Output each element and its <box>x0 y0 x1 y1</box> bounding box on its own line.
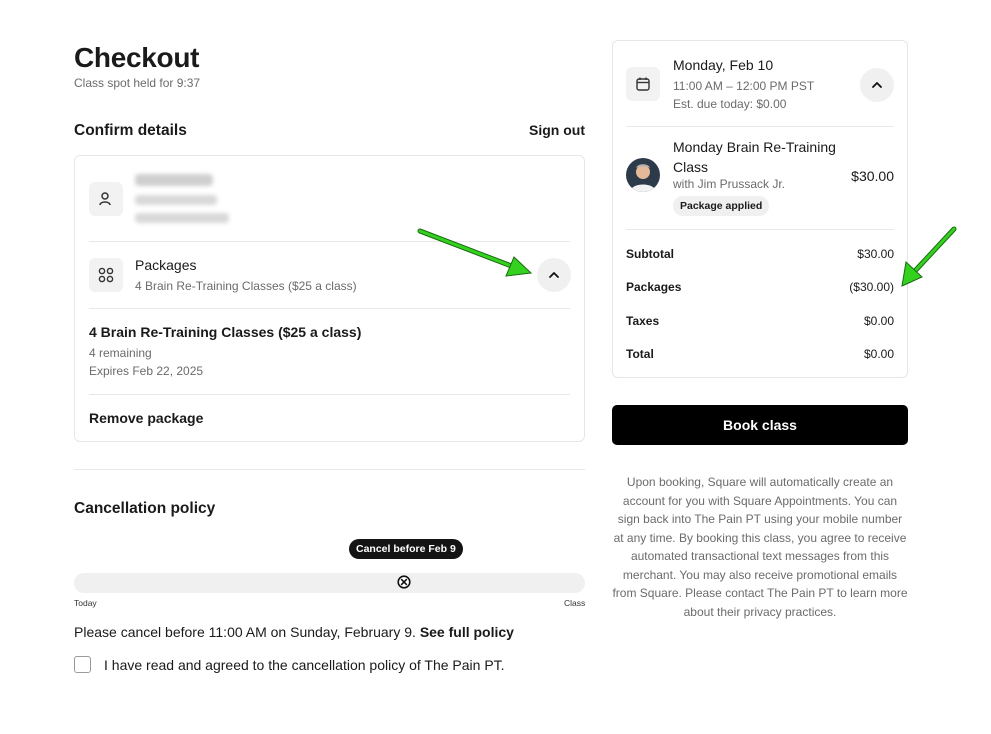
packages-title: Packages <box>135 257 197 273</box>
section-divider <box>74 469 585 470</box>
total-label: Total <box>626 347 654 361</box>
taxes-value: $0.00 <box>863 314 894 328</box>
page-title: Checkout <box>74 42 200 73</box>
instructor-avatar <box>626 158 660 192</box>
timeline-start-label: Today <box>74 598 97 608</box>
divider <box>626 229 894 230</box>
booking-date: Monday, Feb 10 <box>673 57 774 73</box>
divider <box>89 394 570 395</box>
chevron-up-icon <box>872 82 882 88</box>
booking-summary-card: Monday, Feb 10 11:00 AM – 12:00 PM PST E… <box>612 40 908 378</box>
arrow-to-packages-discount <box>901 226 957 287</box>
remove-package-button[interactable]: Remove package <box>89 410 203 426</box>
circle-x-icon <box>397 575 411 589</box>
taxes-label: Taxes <box>626 314 660 328</box>
sign-out-link[interactable]: Sign out <box>529 122 585 138</box>
calendar-icon <box>626 67 660 101</box>
packages-discount-value: ($30.00) <box>849 280 894 294</box>
customer-phone-redacted <box>135 195 217 205</box>
class-title: Monday Brain Re-Training Class <box>673 139 836 175</box>
packages-collapse-button[interactable] <box>537 258 571 292</box>
class-price: $30.00 <box>851 168 894 184</box>
divider <box>89 241 570 242</box>
class-instructor: with Jim Prussack Jr. <box>673 177 786 191</box>
timeline-end-label: Class <box>564 598 586 608</box>
estimated-due: Est. due today: $0.00 <box>673 97 787 111</box>
cancellation-policy-text: Please cancel before 11:00 AM on Sunday,… <box>74 624 514 640</box>
subtotal-label: Subtotal <box>626 247 674 261</box>
confirm-details-title: Confirm details <box>74 122 187 139</box>
cancel-deadline-badge: Cancel before Feb 9 <box>349 539 463 559</box>
booking-disclaimer: Upon booking, Square will automatically … <box>612 475 908 619</box>
packages-discount-label: Packages <box>626 280 682 294</box>
divider <box>89 308 570 309</box>
subtotal-value: $30.00 <box>857 247 894 261</box>
agree-policy-label[interactable]: I have read and agreed to the cancellati… <box>104 657 505 673</box>
book-class-button[interactable]: Book class <box>612 405 908 445</box>
customer-email-redacted <box>135 213 229 223</box>
total-value: $0.00 <box>863 347 894 361</box>
customer-name-redacted <box>135 174 213 186</box>
package-applied-badge: Package applied <box>673 196 770 216</box>
person-icon <box>89 182 123 216</box>
see-full-policy-link[interactable]: See full policy <box>420 624 514 640</box>
selected-package-name: 4 Brain Re-Training Classes ($25 a class… <box>89 324 362 340</box>
cancellation-timeline-track <box>74 573 585 593</box>
chevron-up-icon <box>549 272 559 278</box>
booking-time: 11:00 AM – 12:00 PM PST <box>673 79 815 93</box>
cancellation-policy-title: Cancellation policy <box>74 500 216 517</box>
summary-collapse-button[interactable] <box>860 68 894 102</box>
packages-subtitle: 4 Brain Re-Training Classes ($25 a class… <box>135 279 357 293</box>
package-remaining: 4 remaining <box>89 346 152 360</box>
agree-policy-checkbox[interactable] <box>74 656 91 673</box>
divider <box>626 126 894 127</box>
hold-timer-text: Class spot held for 9:37 <box>74 76 201 90</box>
package-expiry: Expires Feb 22, 2025 <box>89 364 204 378</box>
confirm-details-card: Packages 4 Brain Re-Training Classes ($2… <box>74 155 585 442</box>
grid-icon <box>89 258 123 292</box>
policy-deadline-text: Please cancel before 11:00 AM on Sunday,… <box>74 624 416 640</box>
